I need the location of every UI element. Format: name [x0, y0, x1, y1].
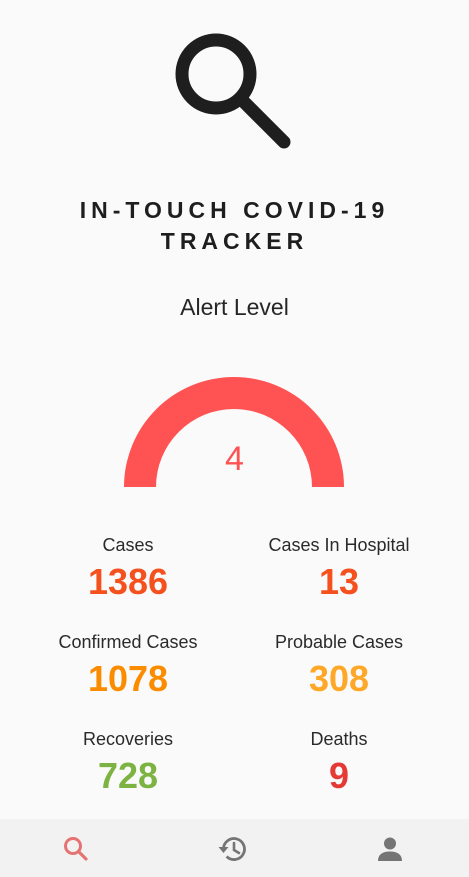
alert-level-label: Alert Level [180, 294, 289, 320]
stat-recoveries-value: 728 [97, 755, 159, 796]
nav-search-button[interactable] [60, 833, 92, 865]
stat-confirmed-cases-label: Confirmed Cases [58, 632, 198, 652]
stat-deaths-value: 9 [328, 755, 350, 796]
app-title-line-1: IN-TOUCH COVID-19 [79, 197, 390, 223]
nav-history-button[interactable] [217, 833, 249, 865]
nav-profile-button[interactable] [374, 833, 406, 865]
stat-cases-value: 1386 [87, 561, 169, 602]
stat-cases-in-hospital-value: 13 [318, 561, 360, 602]
stat-probable-cases-value: 308 [308, 658, 370, 699]
stat-probable-cases: Probable Cases 308 [222, 631, 456, 701]
stat-recoveries-label: Recoveries [82, 729, 174, 749]
stat-cases-in-hospital-label: Cases In Hospital [268, 535, 410, 555]
person-icon [378, 837, 402, 861]
stat-probable-cases-label: Probable Cases [274, 632, 404, 652]
history-icon [218, 837, 246, 861]
stat-cases-label: Cases [102, 535, 154, 555]
stat-recoveries: Recoveries 728 [11, 728, 245, 798]
stat-cases-in-hospital: Cases In Hospital 13 [222, 534, 456, 604]
alert-level-value: 4 [225, 440, 244, 478]
stat-deaths-label: Deaths [310, 729, 368, 749]
stat-confirmed-cases: Confirmed Cases 1078 [11, 631, 245, 701]
stat-confirmed-cases-value: 1078 [87, 658, 169, 699]
bottom-navigation [0, 819, 469, 877]
stat-deaths: Deaths 9 [222, 728, 456, 798]
stat-cases: Cases 1386 [11, 534, 245, 604]
app-title-line-2: TRACKER [160, 228, 309, 254]
search-icon [64, 837, 88, 861]
search-logo-icon [175, 33, 291, 149]
